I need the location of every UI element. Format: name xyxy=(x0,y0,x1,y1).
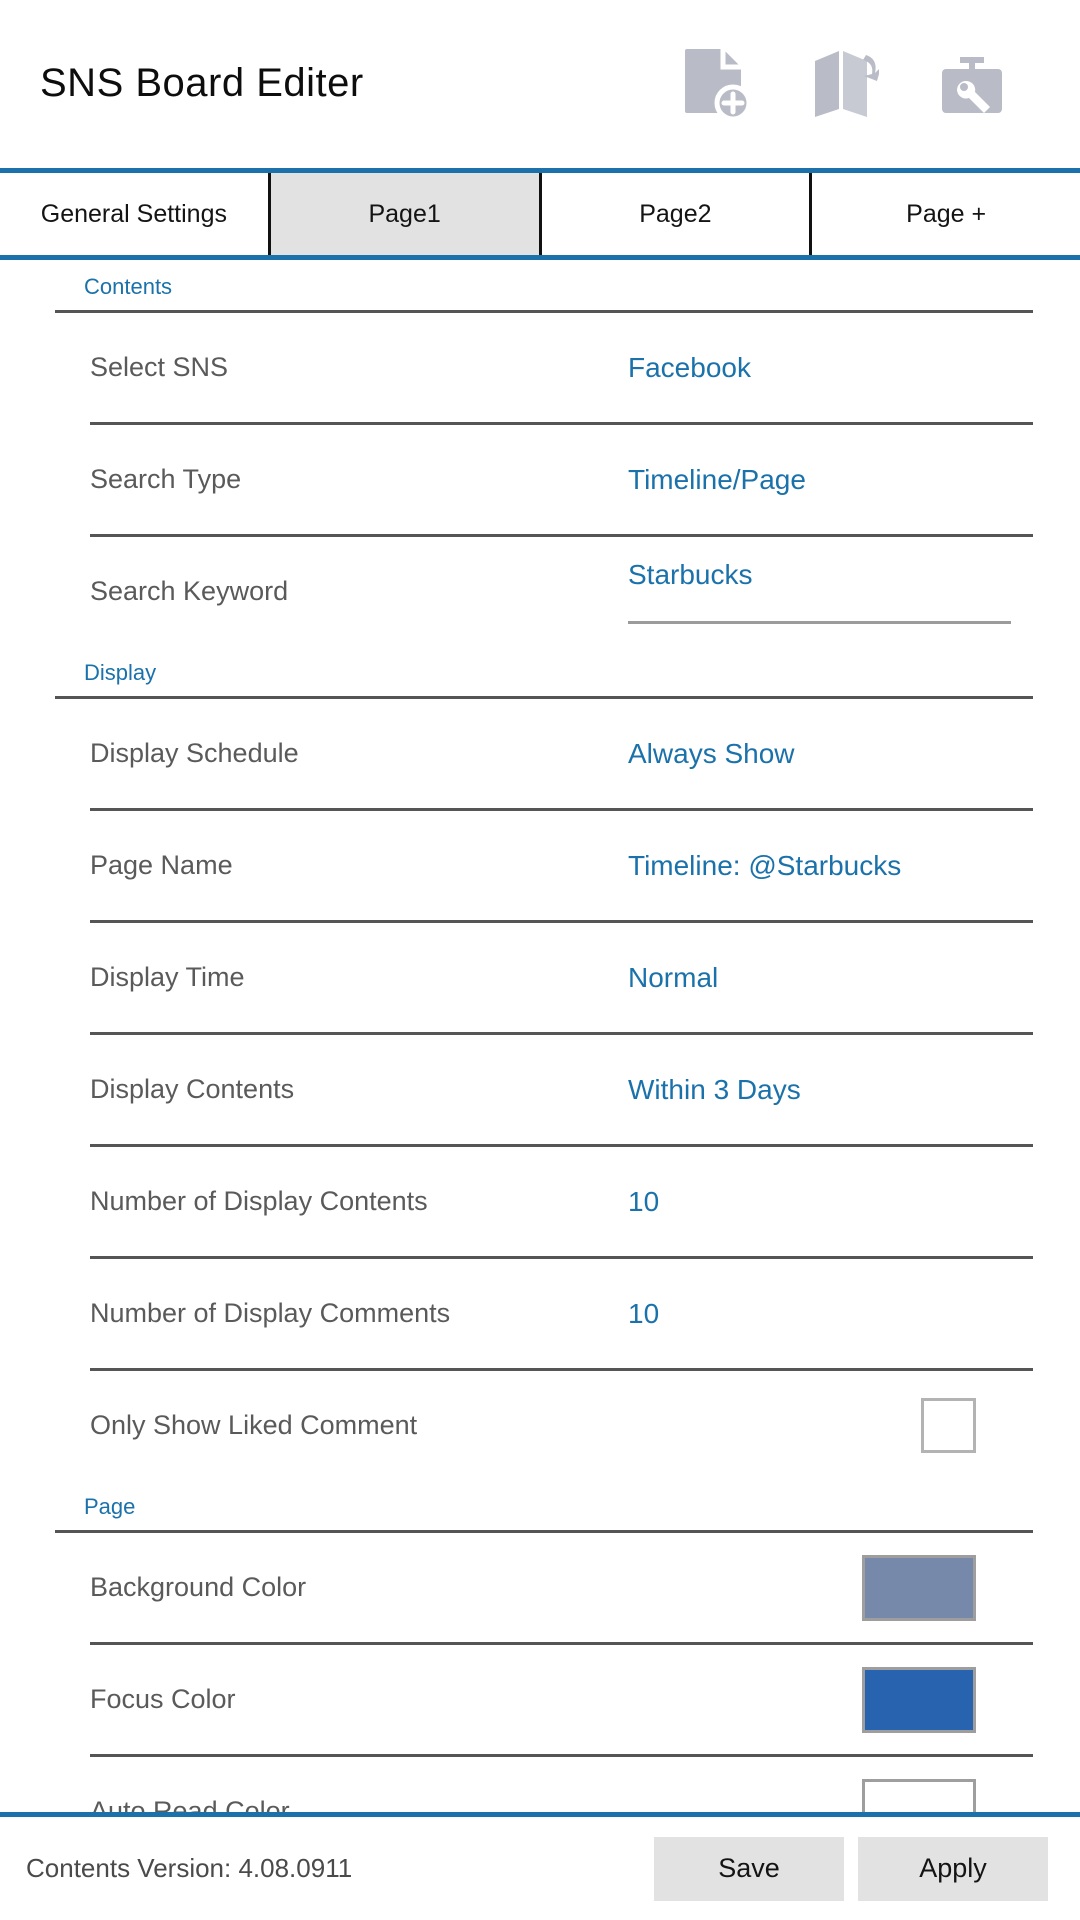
settings-row[interactable]: Background Color xyxy=(0,1533,1080,1642)
row-label: Auto Read Color xyxy=(90,1796,290,1812)
page-title: SNS Board Editer xyxy=(40,60,364,105)
settings-row[interactable]: Search Type Timeline/Page xyxy=(0,425,1080,534)
row-value[interactable]: Within 3 Days xyxy=(628,1074,801,1106)
row-label: Search Keyword xyxy=(90,576,289,606)
header-icon-group xyxy=(680,47,1008,119)
row-label: Page Name xyxy=(90,850,233,880)
row-label: Background Color xyxy=(90,1572,307,1602)
tab-bar: General Settings Page1 Page2 Page + xyxy=(0,173,1080,255)
tab-label: Page2 xyxy=(639,199,712,228)
row-label: Number of Display Contents xyxy=(90,1186,428,1216)
settings-row[interactable]: Focus Color xyxy=(0,1645,1080,1754)
checkbox-only-show-liked-comment[interactable] xyxy=(921,1398,976,1453)
tab-page1[interactable]: Page1 xyxy=(270,173,542,255)
contents-version-label: Contents Version: 4.08.0911 xyxy=(26,1853,353,1883)
row-label: Number of Display Comments xyxy=(90,1298,451,1328)
row-label: Display Schedule xyxy=(90,738,299,768)
row-value[interactable]: 10 xyxy=(628,1186,659,1218)
color-swatch[interactable] xyxy=(862,1666,976,1733)
row-value[interactable]: Always Show xyxy=(628,738,795,770)
row-text-input[interactable]: Starbucks xyxy=(628,559,1011,624)
row-value[interactable]: Timeline/Page xyxy=(628,464,806,496)
tab-page2[interactable]: Page2 xyxy=(541,173,813,255)
app-footer: Contents Version: 4.08.0911 Save Apply xyxy=(0,1817,1080,1920)
color-swatch[interactable] xyxy=(862,1554,976,1621)
row-label: Only Show Liked Comment xyxy=(90,1410,418,1440)
row-value[interactable]: 10 xyxy=(628,1298,659,1330)
settings-row[interactable]: Page Name Timeline: @Starbucks xyxy=(0,811,1080,920)
toolbox-wrench-icon[interactable] xyxy=(936,47,1008,119)
tab-label: General Settings xyxy=(40,199,227,228)
tab-label: Page + xyxy=(906,199,987,228)
settings-row[interactable]: Number of Display Comments 10 xyxy=(0,1259,1080,1368)
row-label: Display Time xyxy=(90,962,245,992)
settings-row[interactable]: Display Contents Within 3 Days xyxy=(0,1035,1080,1144)
color-swatch[interactable] xyxy=(862,1778,976,1812)
section-label: Page xyxy=(84,1494,136,1519)
settings-row[interactable]: Display Time Normal xyxy=(0,923,1080,1032)
row-label: Select SNS xyxy=(90,352,229,382)
row-label: Focus Color xyxy=(90,1684,236,1714)
open-book-icon[interactable] xyxy=(808,47,880,119)
row-label: Search Type xyxy=(90,464,242,494)
tab-label: Page1 xyxy=(368,199,441,228)
save-button[interactable]: Save xyxy=(654,1836,844,1901)
new-document-icon[interactable] xyxy=(680,47,752,119)
section-label: Contents xyxy=(84,274,173,299)
app-header: SNS Board Editer xyxy=(0,0,1080,166)
settings-content[interactable]: Contents Select SNS Facebook Search Type Tim… xyxy=(0,260,1080,1812)
app-root: SNS Board Editer General Settings Page1 … xyxy=(0,0,1080,1920)
settings-row[interactable]: Only Show Liked Comment xyxy=(0,1371,1080,1480)
row-label: Display Contents xyxy=(90,1074,295,1104)
settings-row[interactable]: Select SNS Facebook xyxy=(0,313,1080,422)
settings-row[interactable]: Auto Read Color xyxy=(0,1757,1080,1812)
row-value[interactable]: Normal xyxy=(628,962,718,994)
tab-general-settings[interactable]: General Settings xyxy=(0,173,271,255)
settings-row[interactable]: Display Schedule Always Show xyxy=(0,699,1080,808)
tab-page[interactable]: Page + xyxy=(812,173,1080,255)
row-value[interactable]: Facebook xyxy=(628,352,751,384)
row-value[interactable]: Timeline: @Starbucks xyxy=(628,850,901,882)
settings-row[interactable]: Number of Display Contents 10 xyxy=(0,1147,1080,1256)
footer-button-group: Save Apply xyxy=(654,1836,1048,1901)
apply-button[interactable]: Apply xyxy=(858,1836,1048,1901)
settings-row[interactable]: Search Keyword Starbucks xyxy=(0,537,1080,646)
section-label: Display xyxy=(84,660,157,685)
